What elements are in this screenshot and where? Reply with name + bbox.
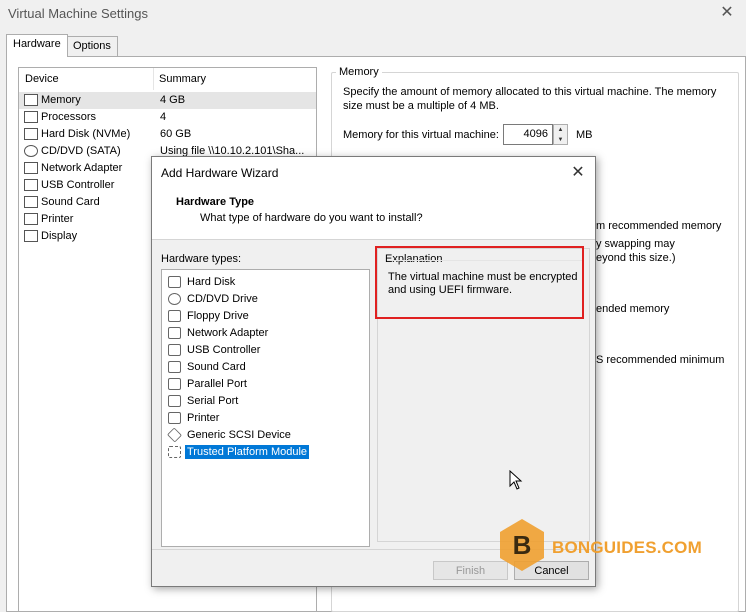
finish-button[interactable]: Finish xyxy=(433,561,508,580)
dialog-header-subtitle: What type of hardware do you want to ins… xyxy=(200,212,423,224)
cd-dvd-icon xyxy=(24,145,38,157)
mouse-cursor-icon xyxy=(509,469,523,493)
summary-column-header[interactable]: Summary xyxy=(153,68,206,90)
floppy-icon xyxy=(168,310,181,322)
hw-item-label: Parallel Port xyxy=(187,378,247,390)
hw-item-label: Serial Port xyxy=(187,395,239,407)
memory-note-fragment: ended memory xyxy=(596,303,670,315)
device-name: CD/DVD (SATA) xyxy=(41,145,121,157)
window-close-icon[interactable]: ✕ xyxy=(714,2,740,24)
device-name: USB Controller xyxy=(41,179,115,191)
device-name: Printer xyxy=(41,213,74,225)
spin-up-icon[interactable]: ▲ xyxy=(554,125,567,135)
hw-item-label: Hard Disk xyxy=(187,276,236,288)
device-row-hard-disk[interactable]: Hard Disk (NVMe) 60 GB xyxy=(19,126,316,143)
memory-spinner[interactable]: ▲ ▼ xyxy=(553,124,568,145)
processor-icon xyxy=(24,111,38,123)
watermark-letter: B xyxy=(513,530,532,560)
hw-item-usb-controller[interactable]: USB Controller xyxy=(166,342,367,359)
cd-dvd-icon xyxy=(168,293,181,305)
hw-item-label: USB Controller xyxy=(187,344,261,356)
device-name: Hard Disk (NVMe) xyxy=(41,128,131,140)
memory-input[interactable]: 4096 xyxy=(503,124,553,145)
watermark-logo: B xyxy=(498,518,546,575)
usb-controller-icon xyxy=(168,344,181,356)
hw-item-printer[interactable]: Printer xyxy=(166,410,367,427)
hard-disk-icon xyxy=(24,128,38,140)
hw-item-label: Sound Card xyxy=(187,361,246,373)
memory-note-fragment: m recommended memory xyxy=(596,220,722,232)
hw-item-label: Trusted Platform Module xyxy=(185,445,310,459)
spin-down-icon[interactable]: ▼ xyxy=(554,135,567,145)
scsi-device-icon xyxy=(166,427,183,443)
sound-card-icon xyxy=(24,196,38,208)
hw-item-label: Printer xyxy=(187,412,220,424)
network-adapter-icon xyxy=(168,327,181,339)
memory-field-label: Memory for this virtual machine: xyxy=(343,129,499,141)
highlight-box xyxy=(375,246,584,319)
device-name: Display xyxy=(41,230,78,242)
hw-item-serial-port[interactable]: Serial Port xyxy=(166,393,367,410)
hw-item-cd-dvd-drive[interactable]: CD/DVD Drive xyxy=(166,291,367,308)
watermark-text: BONGUIDES.COM xyxy=(552,538,702,557)
hw-item-floppy-drive[interactable]: Floppy Drive xyxy=(166,308,367,325)
serial-port-icon xyxy=(168,395,181,407)
hardware-types-list[interactable]: Hard Disk CD/DVD Drive Floppy Drive Netw… xyxy=(161,269,370,547)
parallel-port-icon xyxy=(168,378,181,390)
sound-card-icon xyxy=(168,361,181,373)
hw-item-sound-card[interactable]: Sound Card xyxy=(166,359,367,376)
device-row-processors[interactable]: Processors 4 xyxy=(19,109,316,126)
tab-options[interactable]: Options xyxy=(66,36,118,57)
device-name: Sound Card xyxy=(41,196,100,208)
network-adapter-icon xyxy=(24,162,38,174)
device-summary: 4 xyxy=(160,111,167,123)
device-column-header[interactable]: Device xyxy=(19,68,59,90)
device-row-memory[interactable]: Memory 4 GB xyxy=(19,92,316,109)
memory-description: Specify the amount of memory allocated t… xyxy=(343,86,717,112)
device-name: Processors xyxy=(41,111,97,123)
window-title: Virtual Machine Settings xyxy=(8,6,148,21)
device-summary: 60 GB xyxy=(160,128,192,140)
hw-item-network-adapter[interactable]: Network Adapter xyxy=(166,325,367,342)
hw-item-hard-disk[interactable]: Hard Disk xyxy=(166,274,367,291)
memory-note-fragment: eyond this size.) xyxy=(596,252,676,264)
hw-item-label: Generic SCSI Device xyxy=(187,429,291,441)
hardware-types-label: Hardware types: xyxy=(161,253,242,265)
display-icon xyxy=(24,230,38,242)
memory-icon xyxy=(24,94,38,106)
hard-disk-icon xyxy=(168,276,181,288)
dialog-header-title: Hardware Type xyxy=(176,196,255,208)
memory-unit: MB xyxy=(576,129,593,141)
printer-icon xyxy=(24,213,38,225)
hw-item-trusted-platform-module[interactable]: Trusted Platform Module xyxy=(166,444,367,461)
memory-note-fragment: y swapping may xyxy=(596,238,675,250)
device-name: Memory xyxy=(41,94,81,106)
device-summary: 4 GB xyxy=(160,94,186,106)
dialog-close-icon[interactable]: ✕ xyxy=(566,162,590,184)
usb-controller-icon xyxy=(24,179,38,191)
device-name: Network Adapter xyxy=(41,162,123,174)
hw-item-label: CD/DVD Drive xyxy=(187,293,258,305)
tpm-icon xyxy=(168,446,181,458)
memory-group-legend: Memory xyxy=(336,66,382,78)
dialog-title: Add Hardware Wizard xyxy=(161,166,279,180)
hw-item-label: Floppy Drive xyxy=(187,310,249,322)
hw-item-parallel-port[interactable]: Parallel Port xyxy=(166,376,367,393)
memory-note-fragment: S recommended minimum xyxy=(596,354,725,366)
printer-icon xyxy=(168,412,181,424)
hw-item-generic-scsi[interactable]: Generic SCSI Device xyxy=(166,427,367,444)
hw-item-label: Network Adapter xyxy=(187,327,269,339)
tab-hardware[interactable]: Hardware xyxy=(6,34,68,57)
